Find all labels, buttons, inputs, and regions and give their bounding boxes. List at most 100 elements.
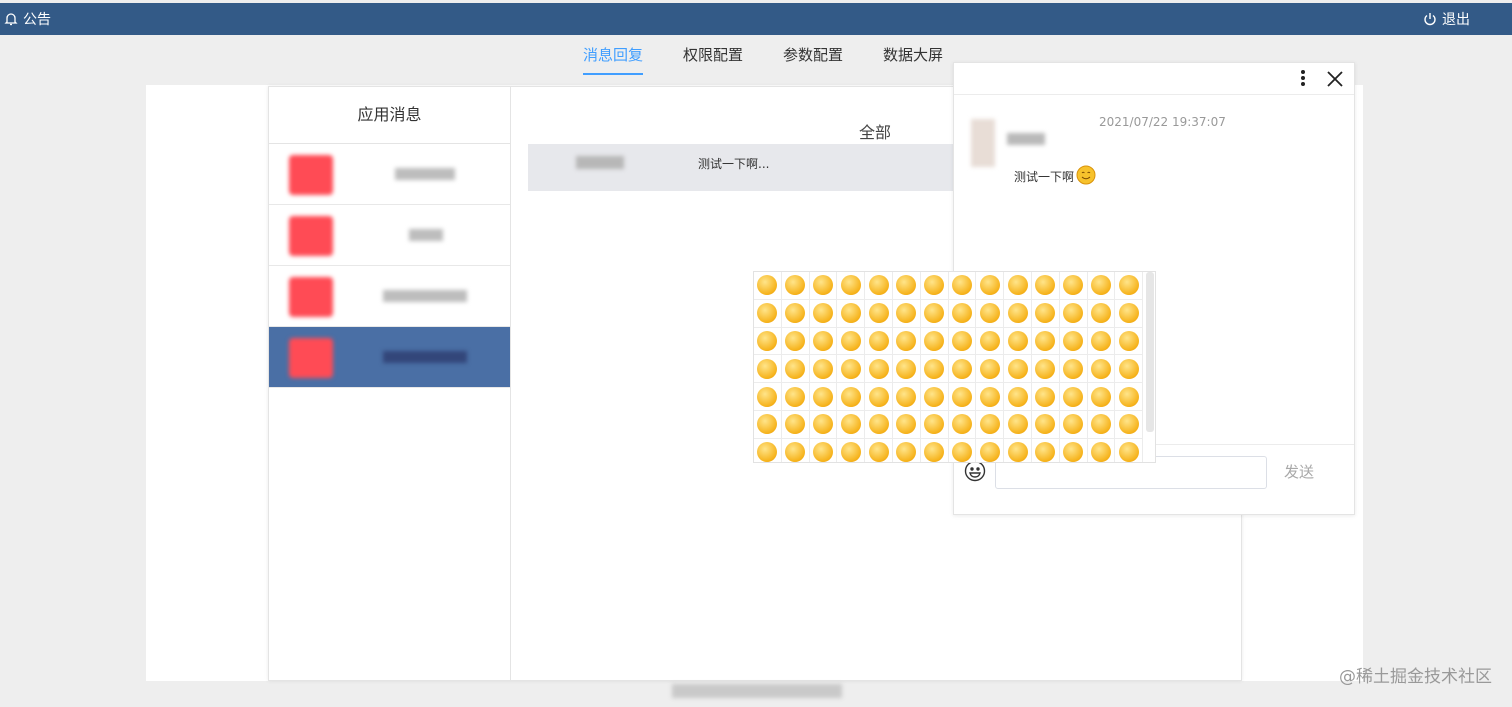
emoji-option[interactable] [809,299,838,328]
emoji-option[interactable] [1004,383,1032,411]
emoji-option[interactable] [837,272,866,300]
emoji-option[interactable] [1032,438,1060,462]
emoji-option[interactable] [1031,299,1060,328]
emoji-option[interactable] [809,355,838,384]
emoji-option[interactable] [1115,383,1144,411]
emoji-option[interactable] [1115,299,1144,328]
emoji-option[interactable] [754,327,782,356]
emoji-option[interactable] [920,299,949,328]
emoji-option[interactable] [1059,410,1088,439]
emoji-option[interactable] [1115,327,1144,356]
emoji-option[interactable] [1004,438,1032,462]
emoji-option[interactable] [948,383,977,411]
emoji-option[interactable] [781,272,810,300]
emoji-option[interactable] [781,383,810,411]
emoji-option[interactable] [920,410,949,439]
emoji-option[interactable] [1004,327,1032,356]
emoji-option[interactable] [810,438,838,462]
emoji-option[interactable] [865,383,893,411]
emoji-option[interactable] [837,410,866,439]
emoji-option[interactable] [1115,355,1144,384]
more-vertical-icon[interactable] [1298,69,1308,89]
emoji-option[interactable] [837,299,866,328]
tab-permission-config[interactable]: 权限配置 [683,44,743,75]
emoji-option[interactable] [865,438,893,462]
tab-parameter-config[interactable]: 参数配置 [783,44,843,75]
emoji-option[interactable] [892,355,921,384]
emoji-option[interactable] [781,410,810,439]
emoji-option[interactable] [948,327,977,356]
emoji-option[interactable] [1031,355,1060,384]
emoji-option[interactable] [754,410,782,439]
emoji-option[interactable] [1059,299,1088,328]
emoji-option[interactable] [976,299,1005,328]
emoji-option[interactable] [809,327,838,356]
emoji-option[interactable] [754,299,782,328]
emoji-option[interactable] [892,383,921,411]
emoji-option[interactable] [1004,355,1032,384]
emoji-option[interactable] [948,355,977,384]
emoji-option[interactable] [976,438,1005,462]
emoji-option[interactable] [1060,438,1088,462]
emoji-toggle-icon[interactable] [964,460,986,482]
notice-button[interactable]: 公告 [4,3,51,35]
emoji-option[interactable] [1031,383,1060,411]
emoji-option[interactable] [893,438,921,462]
send-button[interactable]: 发送 [1284,461,1314,482]
emoji-option[interactable] [1031,327,1060,356]
emoji-option[interactable] [948,272,977,300]
emoji-option[interactable] [949,438,977,462]
emoji-option[interactable] [976,410,1005,439]
emoji-option[interactable] [1004,410,1032,439]
emoji-option[interactable] [920,383,949,411]
emoji-option[interactable] [976,272,1005,300]
app-list-item[interactable] [269,205,510,266]
tab-message-reply[interactable]: 消息回复 [583,44,644,75]
emoji-option[interactable] [837,327,866,356]
emoji-scrollbar[interactable] [1146,272,1154,432]
emoji-option[interactable] [976,327,1005,356]
emoji-option[interactable] [920,272,949,300]
emoji-option[interactable] [1115,438,1144,462]
emoji-option[interactable] [754,383,782,411]
emoji-option[interactable] [865,327,893,356]
emoji-option[interactable] [920,327,949,356]
emoji-option[interactable] [892,272,921,300]
emoji-option[interactable] [1087,299,1116,328]
app-list-item[interactable] [269,144,510,205]
emoji-option[interactable] [921,438,949,462]
emoji-option[interactable] [809,272,838,300]
tab-data-screen[interactable]: 数据大屏 [883,44,943,75]
emoji-option[interactable] [892,327,921,356]
emoji-option[interactable] [1059,355,1088,384]
emoji-option[interactable] [1059,327,1088,356]
emoji-option[interactable] [1087,355,1116,384]
message-row[interactable]: 测试一下啊... [528,144,954,191]
emoji-option[interactable] [837,438,866,462]
emoji-option[interactable] [976,383,1005,411]
emoji-option[interactable] [781,355,810,384]
emoji-option[interactable] [1004,272,1032,300]
emoji-option[interactable] [865,355,893,384]
emoji-option[interactable] [1115,272,1144,300]
emoji-option[interactable] [1031,272,1060,300]
emoji-option[interactable] [781,299,810,328]
emoji-option[interactable] [948,410,977,439]
app-list-item[interactable] [269,266,510,327]
emoji-option[interactable] [1087,383,1116,411]
emoji-option[interactable] [1115,410,1144,439]
emoji-option[interactable] [782,438,810,462]
emoji-option[interactable] [865,410,893,439]
emoji-option[interactable] [754,272,782,300]
emoji-option[interactable] [809,410,838,439]
close-icon[interactable] [1325,69,1345,89]
emoji-option[interactable] [1087,327,1116,356]
emoji-option[interactable] [892,299,921,328]
emoji-option[interactable] [1031,410,1060,439]
emoji-option[interactable] [976,355,1005,384]
app-list-item-selected[interactable] [269,327,510,388]
emoji-option[interactable] [809,383,838,411]
emoji-option[interactable] [948,299,977,328]
emoji-option[interactable] [865,272,893,300]
emoji-option[interactable] [920,355,949,384]
